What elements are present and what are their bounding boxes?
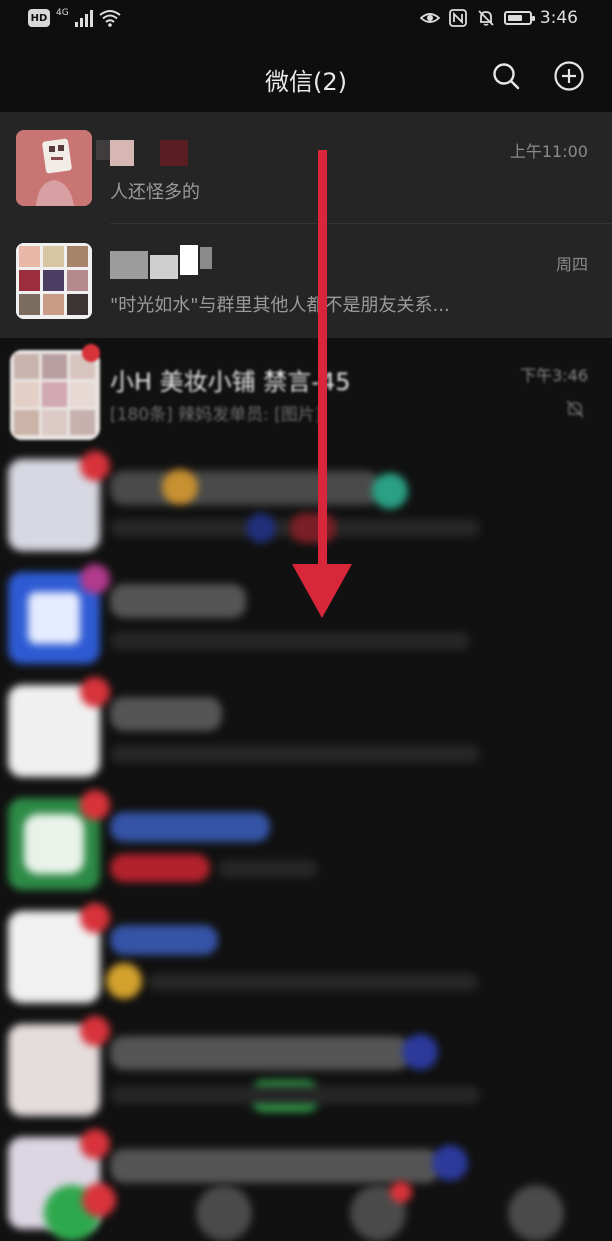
chat-preview: "时光如水"与群里其他人都不是朋友关系... [110,295,450,316]
battery-level [507,15,522,21]
chat-avatar [16,130,92,206]
battery-icon [503,11,535,25]
chat-avatar-glyph [28,592,80,644]
emoji [162,469,198,505]
tab-me[interactable] [508,1185,564,1241]
chat-row[interactable] [0,677,612,790]
unread-dot [80,677,110,707]
add-button[interactable] [551,58,587,94]
unread-dot [80,790,110,820]
group-avatar [10,350,100,440]
chat-name [110,697,222,731]
status-left: HD 4G [28,8,121,27]
chat-name [110,584,246,618]
mute-bell-icon [566,400,584,418]
unread-dot [80,1129,110,1159]
chat-preview [110,745,480,763]
name-pixelated [110,140,134,166]
chat-time: 下午3:46 [520,366,588,385]
eye-icon [419,13,440,23]
chat-time: 周四 [555,255,588,274]
network-type: 4G [56,8,69,18]
hd-badge: HD [28,9,50,27]
chat-preview: 人还怪多的 [110,182,200,203]
name-pixelated [180,245,198,275]
name-pixelated [96,140,110,160]
chat-preview [148,973,478,991]
name-pixelated [150,255,178,279]
emoji [402,1034,438,1070]
chat-row[interactable] [0,903,612,1016]
name-pixelated [160,140,188,166]
search-icon [493,63,520,90]
chat-preview [218,860,318,878]
mute-bell-icon [478,10,494,26]
tab-bar [0,1175,612,1241]
unread-dot [80,903,110,933]
plus-circle-icon [554,61,584,91]
unread-dot [80,564,110,594]
status-bar: HD 4G 3:46 [0,0,612,40]
chat-name [110,1036,410,1070]
unread-dot [80,1016,110,1046]
chat-name [110,812,270,842]
swipe-down-arrow-icon [292,150,352,618]
row-divider [110,223,612,224]
emoji [246,513,276,543]
name-pixelated [110,251,148,279]
name-pixelated [200,247,212,269]
tab-contacts[interactable] [196,1185,252,1241]
chat-preview [110,632,470,650]
search-button[interactable] [488,58,524,94]
unread-dot [82,344,100,362]
unread-dot [80,451,110,481]
signal-icon [74,9,93,27]
chat-tag [110,854,210,882]
emoji [372,473,408,509]
nav-bar: 微信(2) [0,40,612,112]
nfc-icon [448,9,467,27]
chat-avatar-glyph [24,814,84,874]
chat-name [110,925,218,955]
tab-badge [82,1183,116,1217]
status-time: 3:46 [539,8,578,28]
chat-preview [110,1086,480,1104]
status-right: 3:46 [419,8,578,28]
chat-row[interactable] [0,790,612,903]
group-avatar [16,243,92,319]
chat-row[interactable] [0,1016,612,1129]
emoji [106,963,142,999]
chat-time: 上午11:00 [509,142,588,161]
wifi-icon [99,10,121,27]
tab-badge [390,1181,412,1203]
